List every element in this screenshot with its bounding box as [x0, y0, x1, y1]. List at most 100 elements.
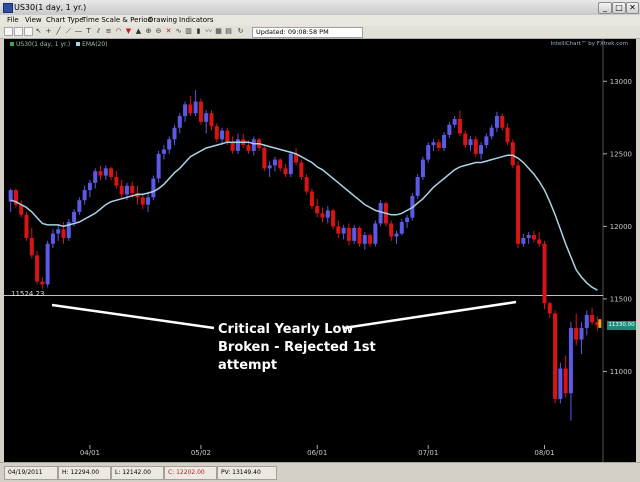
- candle-body: [283, 168, 288, 175]
- candle-body: [526, 235, 531, 238]
- candle-body: [584, 314, 589, 328]
- candle-body: [235, 139, 240, 151]
- candle-body: [209, 113, 214, 127]
- candle-body: [61, 229, 66, 238]
- candle-body: [346, 227, 351, 241]
- candle-body: [542, 243, 547, 304]
- candle-body: [103, 168, 108, 176]
- candle-body: [494, 116, 499, 128]
- candle-body: [473, 139, 478, 154]
- menu-file[interactable]: File: [7, 16, 19, 25]
- menu-time-scale[interactable]: Time Scale & Period: [82, 16, 152, 25]
- candle-body: [579, 327, 584, 340]
- open-icon[interactable]: [14, 27, 23, 36]
- ray-tool-icon[interactable]: ⟋: [64, 27, 73, 36]
- ema-line: [10, 141, 598, 291]
- candle-body: [394, 233, 399, 237]
- grid-icon[interactable]: ▦: [214, 27, 223, 36]
- candle-body: [130, 185, 135, 193]
- current-price-tag: 11330.00: [607, 321, 636, 330]
- new-chart-icon[interactable]: [4, 27, 13, 36]
- candle-body: [399, 222, 404, 234]
- candle-body: [183, 104, 188, 117]
- candle-body: [521, 237, 526, 244]
- save-icon[interactable]: [24, 27, 33, 36]
- candle-body: [198, 101, 203, 122]
- arrow-down-icon[interactable]: ▼: [124, 27, 133, 36]
- candle-chart-icon[interactable]: ▮: [194, 27, 203, 36]
- candle-body: [436, 142, 441, 149]
- arc-tool-icon[interactable]: ◠: [114, 27, 123, 36]
- candle-body: [119, 185, 124, 195]
- cursor-icon[interactable]: ↖: [34, 27, 43, 36]
- candle-body: [204, 113, 209, 122]
- candle-body: [29, 237, 34, 256]
- zoom-out-icon[interactable]: ⊖: [154, 27, 163, 36]
- y-tick-label: 12000: [610, 223, 632, 231]
- close-button[interactable]: ✕: [626, 2, 639, 14]
- indicator-icon[interactable]: ∿: [174, 27, 183, 36]
- annotation-line-2: Broken - Rejected 1st: [218, 340, 376, 355]
- x-tick-label: 05/02: [191, 449, 211, 457]
- candle-body: [309, 191, 314, 207]
- menu-drawing[interactable]: Drawing: [148, 16, 177, 25]
- channel-tool-icon[interactable]: ⫽: [94, 27, 103, 36]
- menu-view[interactable]: View: [25, 16, 42, 25]
- maximize-button[interactable]: □: [612, 2, 626, 14]
- candle-body: [452, 118, 457, 125]
- menu-chart-type[interactable]: Chart Type: [46, 16, 84, 25]
- candle-body: [262, 148, 267, 169]
- bar-chart-icon[interactable]: ▥: [184, 27, 193, 36]
- print-icon[interactable]: ▤: [224, 27, 233, 36]
- line-tool-icon[interactable]: ╱: [54, 27, 63, 36]
- line-chart-icon[interactable]: 〰: [204, 27, 213, 36]
- candle-body: [336, 226, 341, 234]
- status-high: H: 12294.00: [58, 466, 111, 480]
- candle-body: [24, 214, 29, 238]
- candle-body: [331, 210, 336, 227]
- zoom-in-icon[interactable]: ⊕: [144, 27, 153, 36]
- x-tick-label: 07/01: [418, 449, 438, 457]
- candle-body: [574, 327, 579, 340]
- arrow-up-icon[interactable]: ▲: [134, 27, 143, 36]
- price-chart[interactable]: 11000 11500 12000 12500 13000 04/01 05/02 06/01…: [4, 39, 636, 462]
- candle-body: [98, 171, 103, 176]
- candle-body: [299, 162, 304, 178]
- fib-tool-icon[interactable]: ≡: [104, 27, 113, 36]
- candle-body: [77, 200, 82, 212]
- candle-body: [505, 127, 510, 143]
- title-bar[interactable]: US30(1 day, 1 yr.) _ □ ✕: [0, 0, 640, 16]
- x-tick-label: 08/01: [534, 449, 554, 457]
- candle-body: [225, 130, 230, 143]
- app-icon: [3, 3, 13, 13]
- candle-body: [484, 136, 489, 146]
- delete-icon[interactable]: ✕: [164, 27, 173, 36]
- menu-indicators[interactable]: Indicators: [179, 16, 214, 25]
- candle-body: [188, 104, 193, 114]
- candle-body: [431, 142, 436, 146]
- chart-area[interactable]: 11000 11500 12000 12500 13000 04/01 05/02 06/01…: [4, 39, 636, 462]
- candle-body: [479, 145, 484, 154]
- candle-body: [357, 227, 362, 244]
- crosshair-icon[interactable]: +: [44, 27, 53, 36]
- candle-body: [447, 124, 452, 135]
- level-label: 11524.23: [11, 290, 45, 298]
- candle-body: [45, 243, 50, 285]
- candle-body: [220, 130, 225, 140]
- status-low: L: 12142.00: [111, 466, 164, 480]
- candle-body: [568, 327, 573, 394]
- candle-body: [405, 217, 410, 223]
- candle-body: [246, 145, 251, 151]
- legend-swatch-ema: [76, 42, 81, 46]
- annotation-line-1: Critical Yearly Low: [218, 322, 354, 337]
- minimize-button[interactable]: _: [598, 2, 612, 14]
- refresh-icon[interactable]: ↻: [236, 27, 245, 36]
- candle-body: [442, 134, 447, 149]
- hline-tool-icon[interactable]: ―: [74, 27, 83, 36]
- candle-body: [537, 239, 542, 244]
- text-tool-icon[interactable]: T: [84, 27, 93, 36]
- candle-body: [35, 255, 40, 282]
- legend-series2: EMA(20): [82, 41, 108, 48]
- candle-body: [315, 206, 320, 214]
- candle-body: [288, 153, 293, 175]
